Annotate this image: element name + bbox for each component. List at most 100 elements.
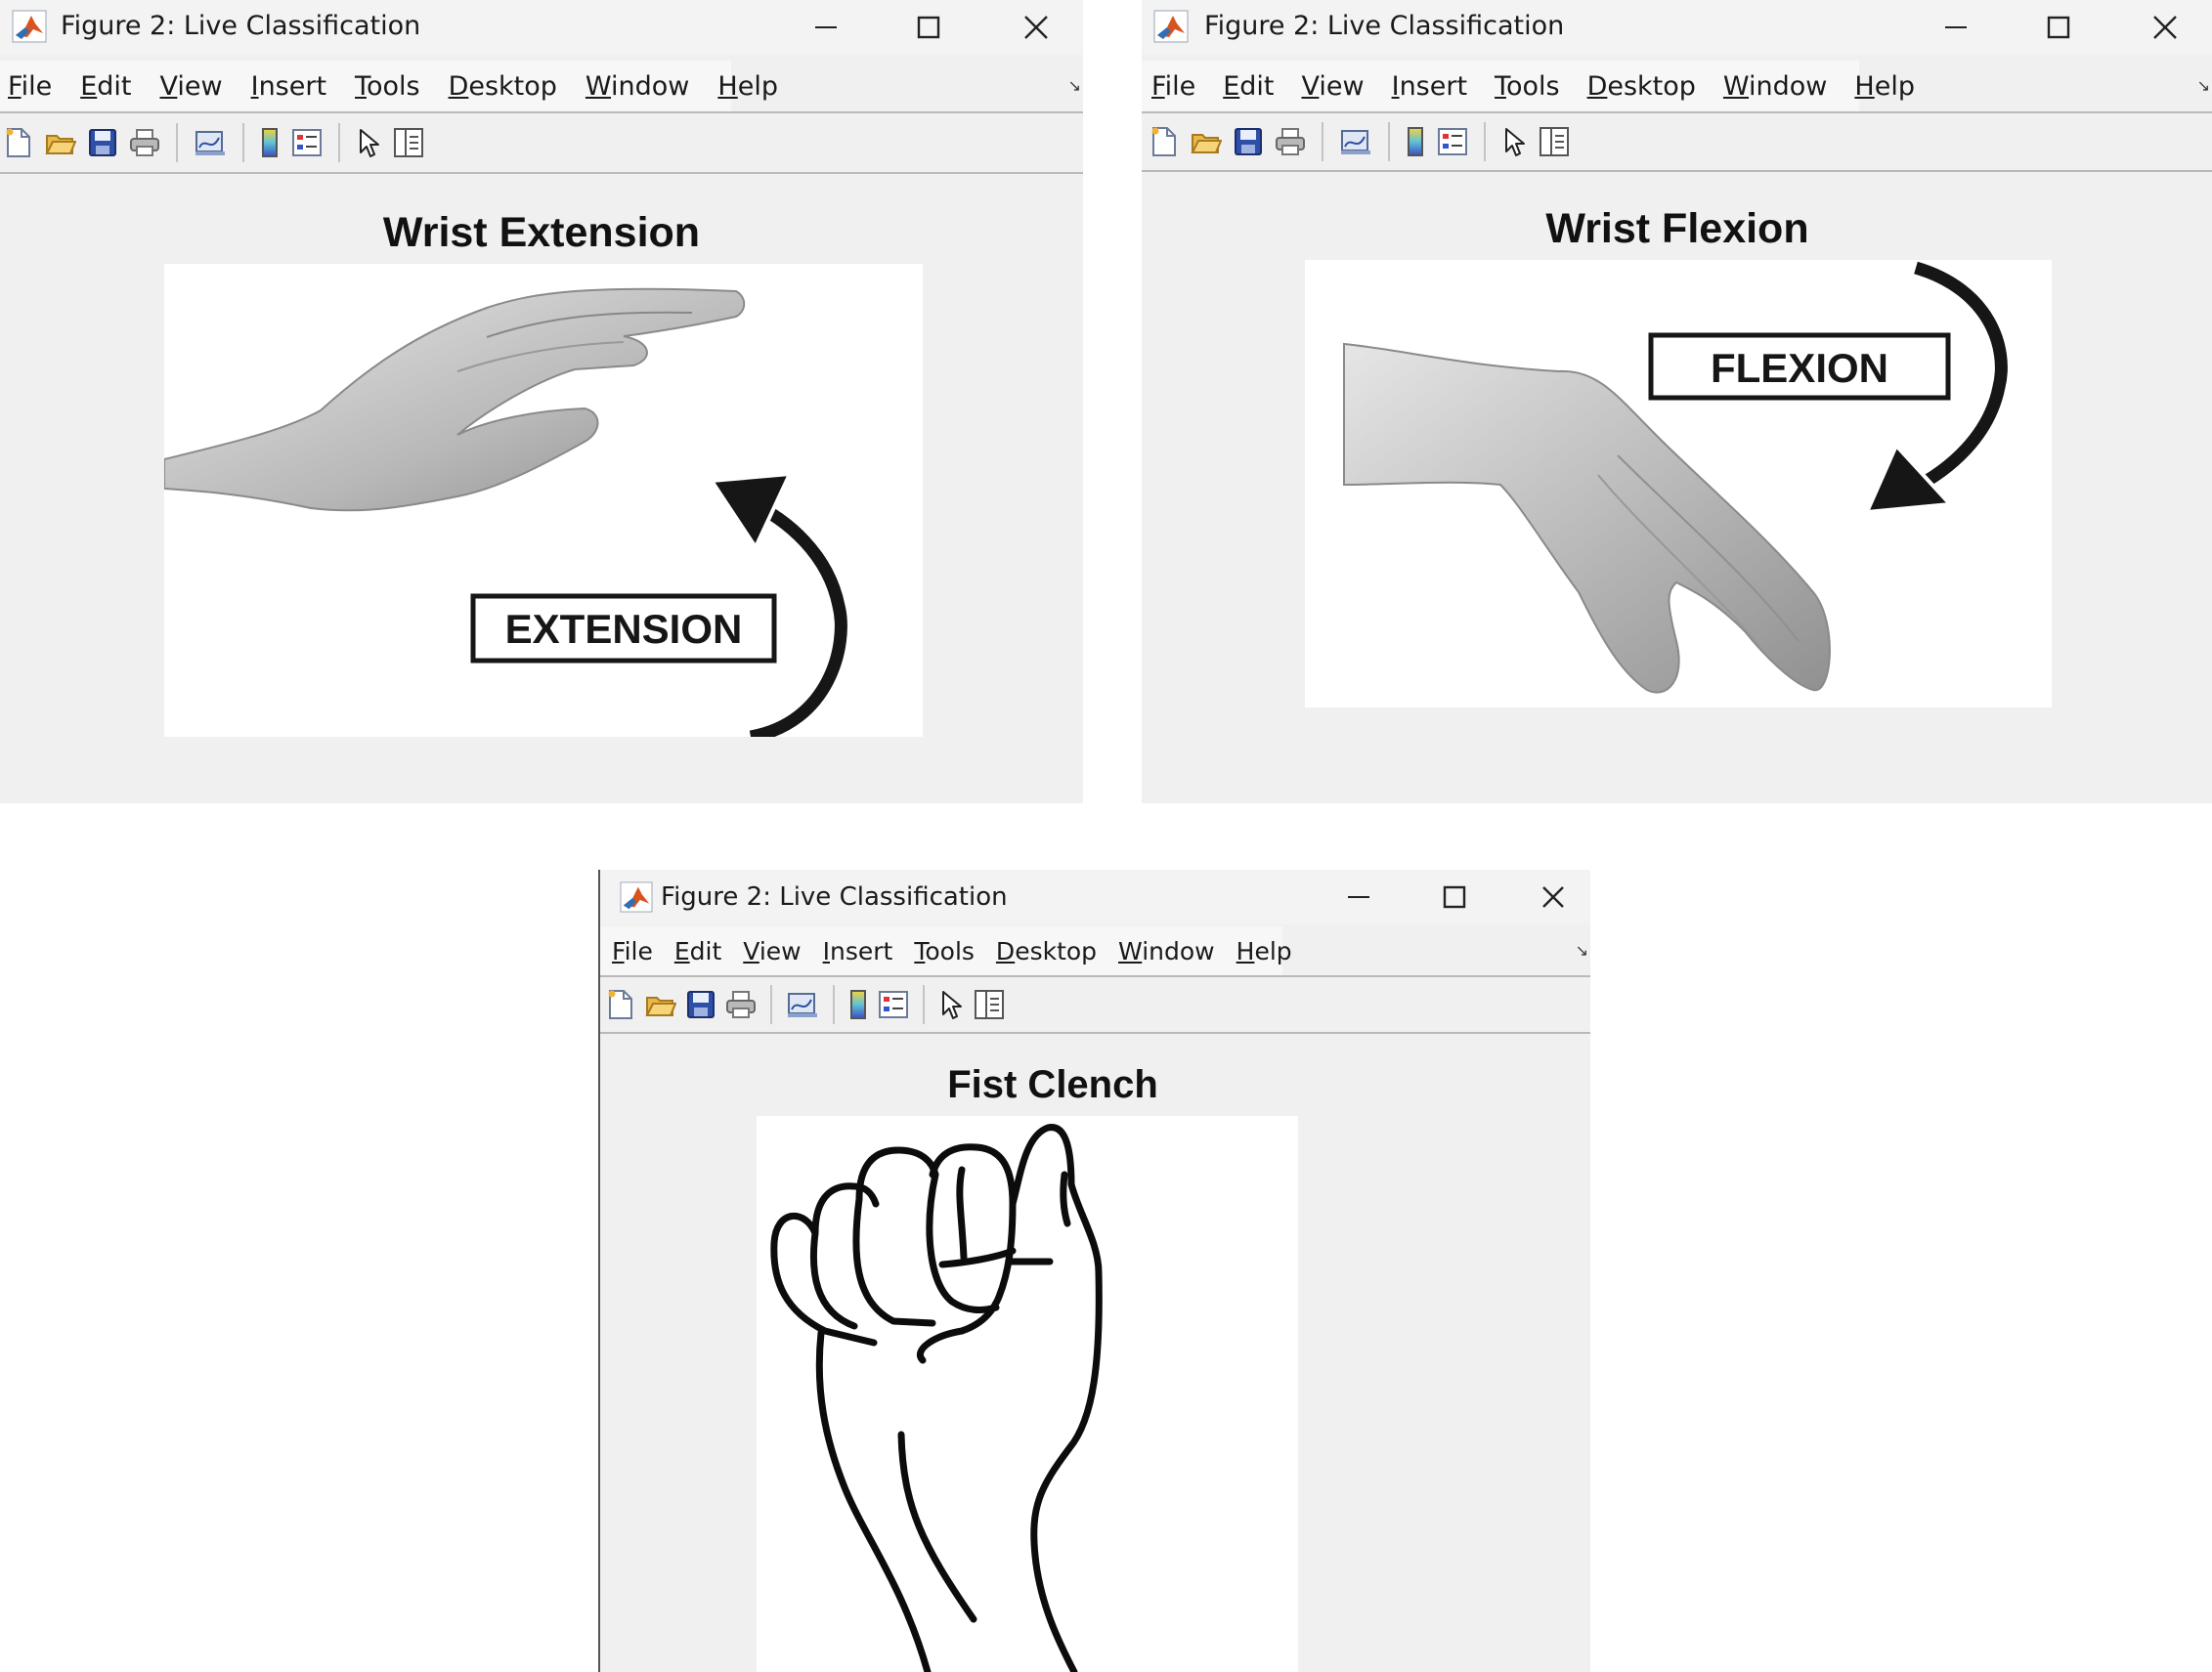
menu-view[interactable]: View xyxy=(743,937,801,965)
figure-toolbar xyxy=(1142,111,2212,172)
legend-icon[interactable] xyxy=(291,128,323,157)
menu-edit[interactable]: Edit xyxy=(674,937,721,965)
toolbar-separator xyxy=(242,123,244,162)
toolbar-grip-icon[interactable]: ↘ xyxy=(2197,76,2210,96)
menu-file[interactable]: File xyxy=(612,937,653,965)
menu-bar: File Edit View Insert Tools Desktop Wind… xyxy=(600,926,1590,975)
toolbar-grip-icon[interactable]: ↘ xyxy=(1576,941,1588,961)
menu-view[interactable]: View xyxy=(160,71,223,102)
toolbar-separator xyxy=(1388,122,1390,161)
toolbar-separator xyxy=(833,985,835,1024)
flexion-label: FLEXION xyxy=(1711,345,1888,391)
link-plot-icon[interactable] xyxy=(786,990,819,1019)
title-bar[interactable]: Figure 2: Live Classification xyxy=(600,870,1590,924)
menu-tools[interactable]: Tools xyxy=(355,71,420,102)
figure-toolbar xyxy=(0,111,1083,174)
matlab-logo-icon xyxy=(12,10,47,48)
save-icon[interactable] xyxy=(1234,127,1263,156)
matlab-logo-icon xyxy=(1153,10,1189,48)
toolbar-separator xyxy=(770,985,772,1024)
edit-plot-arrow-icon[interactable] xyxy=(356,127,381,158)
link-plot-icon[interactable] xyxy=(1339,127,1372,156)
menu-bar: File Edit View Insert Tools Desktop Wind… xyxy=(0,61,1083,111)
link-plot-icon[interactable] xyxy=(194,128,227,157)
toolbar-separator xyxy=(176,123,178,162)
menu-file[interactable]: File xyxy=(1151,71,1195,102)
new-figure-icon[interactable] xyxy=(1149,126,1179,157)
property-inspector-icon[interactable] xyxy=(393,127,424,158)
title-bar[interactable]: Figure 2: Live Classification xyxy=(1142,0,2212,55)
window-title: Figure 2: Live Classification xyxy=(1204,11,1565,41)
title-bar[interactable]: Figure 2: Live Classification xyxy=(0,0,1083,55)
colorbar-icon[interactable] xyxy=(260,127,280,158)
menu-insert[interactable]: Insert xyxy=(1392,71,1467,102)
menu-insert[interactable]: Insert xyxy=(823,937,893,965)
maximize-icon[interactable] xyxy=(2034,8,2083,47)
edit-plot-arrow-icon[interactable] xyxy=(1501,126,1527,157)
colorbar-icon[interactable] xyxy=(848,989,868,1020)
toolbar-separator xyxy=(338,123,340,162)
fist-clench-drawing xyxy=(770,1124,1103,1672)
menu-view[interactable]: View xyxy=(1302,71,1365,102)
menu-help[interactable]: Help xyxy=(1236,937,1292,965)
menu-desktop[interactable]: Desktop xyxy=(996,937,1097,965)
toolbar-separator xyxy=(923,985,925,1024)
plot-title: Wrist Extension xyxy=(382,209,701,256)
plot-title: Fist Clench xyxy=(947,1063,1158,1106)
axes-image xyxy=(757,1116,1298,1672)
save-icon[interactable] xyxy=(88,128,117,157)
legend-icon[interactable] xyxy=(1437,127,1468,156)
print-icon[interactable] xyxy=(129,128,160,157)
property-inspector-icon[interactable] xyxy=(974,989,1005,1020)
menu-desktop[interactable]: Desktop xyxy=(449,71,557,102)
menu-edit[interactable]: Edit xyxy=(1223,71,1274,102)
extension-label: EXTENSION xyxy=(505,606,743,652)
save-icon[interactable] xyxy=(686,990,716,1019)
colorbar-icon[interactable] xyxy=(1406,126,1425,157)
menu-help[interactable]: Help xyxy=(1854,71,1915,102)
open-file-icon[interactable] xyxy=(45,128,76,157)
menu-desktop[interactable]: Desktop xyxy=(1587,71,1696,102)
plot-title: Wrist Flexion xyxy=(1545,205,1809,252)
property-inspector-icon[interactable] xyxy=(1539,126,1570,157)
figure-toolbar xyxy=(600,975,1590,1034)
menu-tools[interactable]: Tools xyxy=(1495,71,1560,102)
figure-window-fist[interactable]: Figure 2: Live Classification File Edit … xyxy=(598,870,1590,1672)
legend-icon[interactable] xyxy=(878,990,909,1019)
close-icon[interactable] xyxy=(2141,8,2190,47)
new-figure-icon[interactable] xyxy=(4,127,33,158)
figure-window-flexion[interactable]: Figure 2: Live Classification File Edit … xyxy=(1142,0,2212,803)
minimize-icon[interactable] xyxy=(1336,878,1381,917)
maximize-icon[interactable] xyxy=(904,8,953,47)
menu-window[interactable]: Window xyxy=(586,71,689,102)
menu-edit[interactable]: Edit xyxy=(80,71,131,102)
extended-hand-drawing xyxy=(164,287,746,512)
toolbar-separator xyxy=(1484,122,1486,161)
axes-image: FLEXION xyxy=(1305,260,2052,707)
toolbar-grip-icon[interactable]: ↘ xyxy=(1068,76,1081,96)
menu-insert[interactable]: Insert xyxy=(251,71,326,102)
print-icon[interactable] xyxy=(1275,127,1306,156)
menu-file[interactable]: File xyxy=(8,71,52,102)
new-figure-icon[interactable] xyxy=(606,989,635,1020)
menu-help[interactable]: Help xyxy=(717,71,778,102)
menu-tools[interactable]: Tools xyxy=(914,937,975,965)
minimize-icon[interactable] xyxy=(1931,8,1980,47)
figure-window-extension[interactable]: Figure 2: Live Classification File Edit … xyxy=(0,0,1083,803)
close-icon[interactable] xyxy=(1012,8,1061,47)
close-icon[interactable] xyxy=(1531,878,1576,917)
menu-window[interactable]: Window xyxy=(1723,71,1827,102)
open-file-icon[interactable] xyxy=(645,990,676,1019)
menu-bar: File Edit View Insert Tools Desktop Wind… xyxy=(1142,61,2212,111)
edit-plot-arrow-icon[interactable] xyxy=(938,989,964,1020)
window-title: Figure 2: Live Classification xyxy=(661,882,1008,912)
window-title: Figure 2: Live Classification xyxy=(61,11,421,41)
menu-window[interactable]: Window xyxy=(1118,937,1215,965)
toolbar-separator xyxy=(1322,122,1323,161)
minimize-icon[interactable] xyxy=(802,8,850,47)
open-file-icon[interactable] xyxy=(1191,127,1222,156)
print-icon[interactable] xyxy=(725,990,757,1019)
maximize-icon[interactable] xyxy=(1432,878,1477,917)
axes-image: EXTENSION xyxy=(164,264,923,737)
matlab-logo-icon xyxy=(620,881,653,918)
